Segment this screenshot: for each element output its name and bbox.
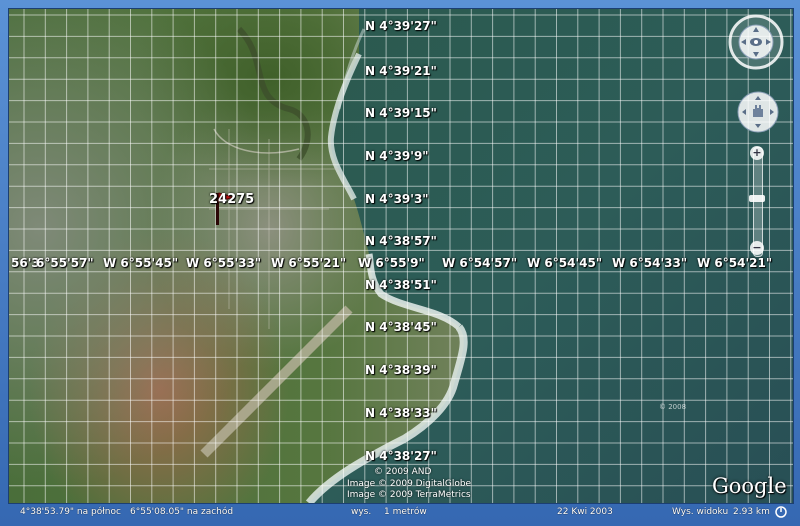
status-eye-value: 2.93 km (733, 507, 770, 517)
small-copyright: © 2008 (659, 403, 687, 411)
longitude-label: W 6°55'9" (358, 256, 425, 270)
status-latitude: 4°38'53.79" na północ (20, 507, 121, 517)
latitude-label: N 4°39'3" (365, 192, 429, 206)
status-elevation-label: wys. (351, 507, 372, 517)
latitude-label: N 4°39'21" (365, 64, 437, 78)
copyright-text: Image © 2009 DigitalGlobe (347, 479, 472, 489)
hand-pan-icon[interactable] (736, 90, 780, 134)
status-bar: 4°38'53.79" na północ 6°55'08.05" na zac… (0, 502, 800, 526)
latitude-label: N 4°38'51" (365, 278, 437, 292)
longitude-label: W 6°54'57" (442, 256, 518, 270)
status-longitude: 6°55'08.05" na zachód (130, 507, 234, 517)
latitude-label: N 4°39'27" (365, 19, 437, 33)
status-eye-label: Wys. widoku (672, 507, 729, 517)
plus-icon[interactable]: + (750, 146, 764, 160)
latitude-label: N 4°38'57" (365, 234, 437, 248)
longitude-label: W 6°54'45" (527, 256, 603, 270)
longitude-label: W 6°54'33" (612, 256, 688, 270)
latitude-label: N 4°38'39" (365, 363, 437, 377)
copyright-text: © 2009 AND (374, 467, 432, 477)
map-viewport[interactable]: N 4°39'27" N 4°39'21" N 4°39'15" N 4°39'… (8, 8, 794, 504)
longitude-label: W 6°55'21" (271, 256, 347, 270)
latitude-label: N 4°38'33" (365, 406, 437, 420)
latitude-label: N 4°39'9" (365, 149, 429, 163)
latitude-label: N 4°39'15" (365, 106, 437, 120)
latitude-label: N 4°38'27" (365, 449, 437, 463)
longitude-label: W 6°54'21" (697, 256, 773, 270)
copyright-text: Image © 2009 TerraMetrics (347, 490, 471, 500)
longitude-label: 6°55'57" (36, 256, 94, 270)
compass-ring-icon[interactable] (728, 14, 784, 70)
minus-icon[interactable]: − (750, 241, 764, 255)
longitude-label: W 6°55'45" (103, 256, 179, 270)
zoom-slider-thumb[interactable] (749, 195, 765, 202)
placemark-label[interactable]: 24275 (209, 192, 254, 207)
latitude-label: N 4°38'45" (365, 320, 437, 334)
status-imagery-date: 22 Kwi 2003 (557, 507, 613, 517)
google-logo: Google (712, 474, 787, 498)
status-elevation-value: 1 metrów (384, 507, 427, 517)
longitude-label: W 6°55'33" (186, 256, 262, 270)
